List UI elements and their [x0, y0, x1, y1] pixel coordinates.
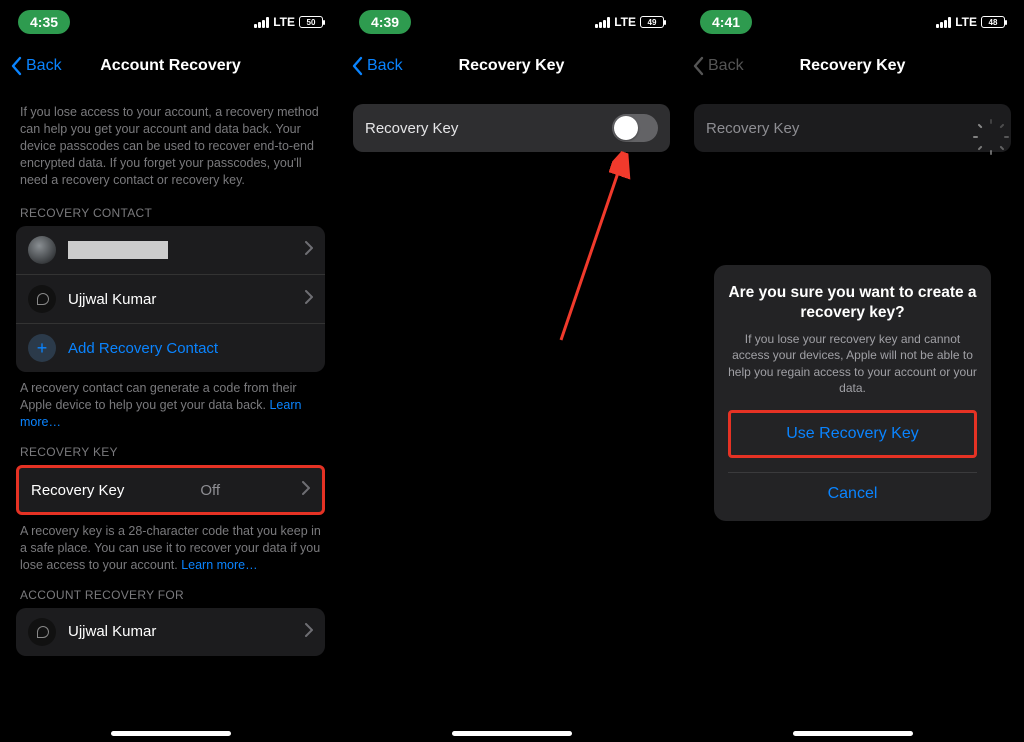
- status-time: 4:39: [359, 10, 411, 34]
- avatar-icon: [28, 618, 56, 646]
- signal-icon: [936, 17, 951, 28]
- confirmation-alert: Are you sure you want to create a recove…: [714, 265, 991, 521]
- back-button[interactable]: Back: [10, 56, 62, 76]
- back-button[interactable]: Back: [351, 56, 403, 76]
- nav-bar: Back Recovery Key: [341, 44, 682, 88]
- chevron-right-icon: [302, 481, 310, 499]
- section-header-key: RECOVERY KEY: [20, 445, 321, 459]
- recovery-key-loading-row: Recovery Key: [694, 104, 1011, 152]
- chevron-right-icon: [305, 290, 313, 308]
- home-indicator[interactable]: [111, 731, 231, 736]
- screen-recovery-key-alert: 4:41 LTE 48 Back Recovery Key Recovery K…: [682, 0, 1023, 742]
- status-right: LTE 50: [254, 15, 323, 29]
- battery-icon: 50: [299, 16, 323, 28]
- recovery-key-toggle[interactable]: [612, 114, 658, 142]
- recovery-for-row[interactable]: Ujjwal Kumar: [16, 608, 325, 656]
- signal-icon: [595, 17, 610, 28]
- nav-bar: Back Recovery Key: [682, 44, 1023, 88]
- section-header-for: ACCOUNT RECOVERY FOR: [20, 588, 321, 602]
- contact-name: Ujjwal Kumar: [68, 291, 156, 308]
- battery-icon: 49: [640, 16, 664, 28]
- contact-row-1[interactable]: [16, 226, 325, 274]
- recovery-key-toggle-row: Recovery Key: [353, 104, 670, 152]
- cancel-button[interactable]: Cancel: [728, 472, 977, 515]
- section-header-contact: RECOVERY CONTACT: [20, 206, 321, 220]
- nav-bar: Back Account Recovery: [0, 44, 341, 88]
- use-recovery-key-button[interactable]: Use Recovery Key: [728, 410, 977, 458]
- contact-footer: A recovery contact can generate a code f…: [20, 380, 321, 431]
- chevron-right-icon: [305, 241, 313, 259]
- recovery-contact-group: Ujjwal Kumar + Add Recovery Contact: [16, 226, 325, 372]
- back-button-disabled: Back: [692, 56, 744, 76]
- add-contact-label: Add Recovery Contact: [68, 340, 218, 357]
- carrier-label: LTE: [273, 15, 295, 29]
- toggle-knob-icon: [614, 116, 638, 140]
- carrier-label: LTE: [955, 15, 977, 29]
- alert-title: Are you sure you want to create a recove…: [728, 283, 977, 323]
- recovery-key-loading-label: Recovery Key: [706, 120, 799, 137]
- screen-account-recovery: 4:35 LTE 50 Back Account Recovery If you…: [0, 0, 341, 742]
- chevron-left-icon: [10, 56, 22, 76]
- recovery-key-row[interactable]: Recovery Key Off: [19, 468, 322, 512]
- alert-message: If you lose your recovery key and cannot…: [728, 331, 977, 396]
- recovery-for-name: Ujjwal Kumar: [68, 623, 156, 640]
- avatar-icon: [28, 285, 56, 313]
- status-right: LTE 48: [936, 15, 1005, 29]
- battery-icon: 48: [981, 16, 1005, 28]
- status-bar: 4:39 LTE 49: [341, 0, 682, 44]
- recovery-key-group: Recovery Key Off: [16, 465, 325, 515]
- status-bar: 4:41 LTE 48: [682, 0, 1023, 44]
- recovery-for-group: Ujjwal Kumar: [16, 608, 325, 656]
- carrier-label: LTE: [614, 15, 636, 29]
- chevron-left-icon: [692, 56, 704, 76]
- status-time: 4:41: [700, 10, 752, 34]
- intro-text: If you lose access to your account, a re…: [20, 104, 321, 188]
- add-recovery-contact-button[interactable]: + Add Recovery Contact: [16, 323, 325, 372]
- home-indicator[interactable]: [793, 731, 913, 736]
- learn-more-link[interactable]: Learn more…: [181, 558, 257, 572]
- spinner-icon: [981, 119, 999, 137]
- status-time: 4:35: [18, 10, 70, 34]
- chevron-right-icon: [305, 623, 313, 641]
- status-right: LTE 49: [595, 15, 664, 29]
- annotation-arrow-icon: [551, 150, 636, 350]
- avatar-icon: [28, 236, 56, 264]
- contact-row-2[interactable]: Ujjwal Kumar: [16, 274, 325, 323]
- recovery-key-toggle-label: Recovery Key: [365, 120, 458, 137]
- recovery-key-label: Recovery Key: [31, 482, 124, 499]
- status-bar: 4:35 LTE 50: [0, 0, 341, 44]
- contact-name-redacted: [68, 241, 168, 259]
- plus-icon: +: [28, 334, 56, 362]
- key-footer: A recovery key is a 28-character code th…: [20, 523, 321, 574]
- chevron-left-icon: [351, 56, 363, 76]
- recovery-key-value: Off: [200, 482, 220, 499]
- signal-icon: [254, 17, 269, 28]
- screen-recovery-key-toggle: 4:39 LTE 49 Back Recovery Key Recovery K…: [341, 0, 682, 742]
- home-indicator[interactable]: [452, 731, 572, 736]
